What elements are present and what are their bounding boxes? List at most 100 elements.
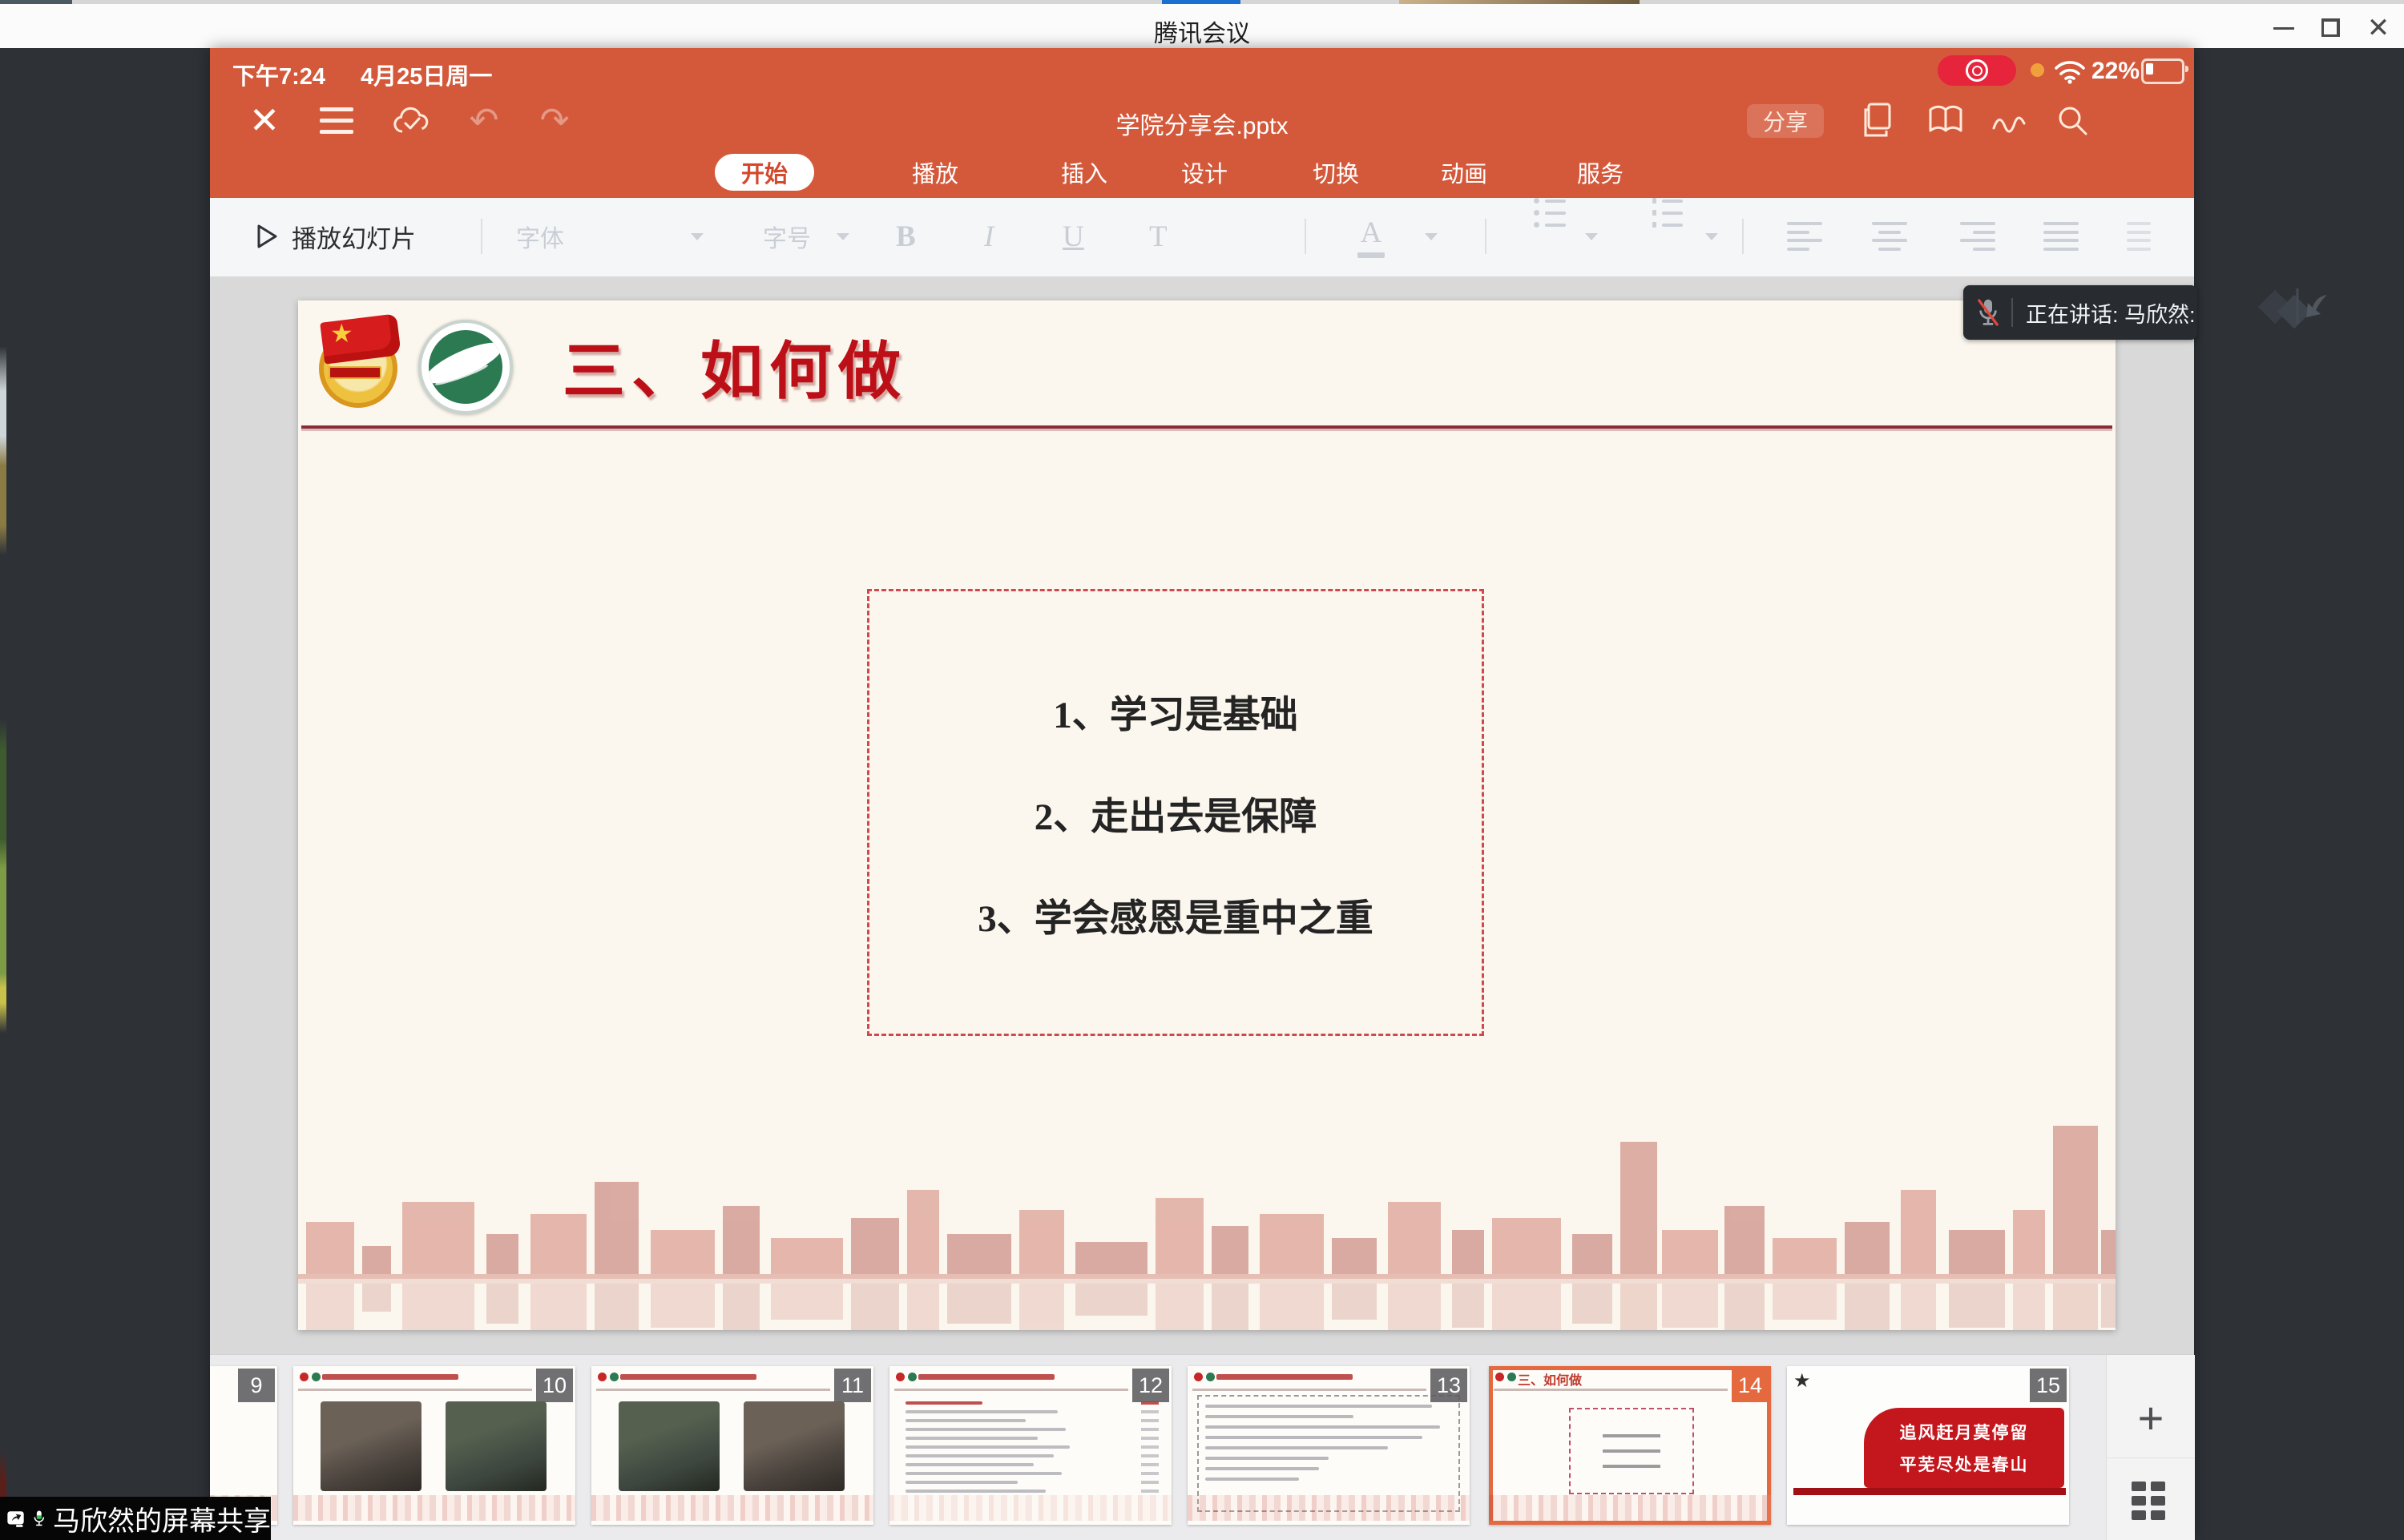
chevron-down-icon[interactable]	[837, 233, 849, 240]
mini-skyline	[293, 1495, 575, 1521]
mini-skyline	[591, 1495, 873, 1521]
bold-button[interactable]: B	[896, 198, 916, 275]
underline-button[interactable]: U	[1063, 198, 1084, 275]
mini-title-bar	[322, 1374, 458, 1380]
mini-text-box	[1569, 1408, 1694, 1494]
minimize-button[interactable]	[2266, 10, 2301, 46]
mini-logos-icon	[1495, 1373, 1516, 1381]
tab-home[interactable]: 开始	[715, 154, 814, 191]
slide-canvas: ★ 三、如何做 1、学习是基础 2、走出去是保障 3、学会感恩是重中之重	[210, 276, 2194, 1354]
screen-share-icon	[6, 1505, 26, 1532]
slide-number-badge: 15	[2030, 1369, 2067, 1402]
slide-number-badge: 13	[1430, 1369, 1467, 1402]
slide-number-badge: 14	[1732, 1369, 1769, 1402]
numbered-list-button[interactable]	[1652, 198, 1683, 275]
thumbnail-slide-15[interactable]: ★ 追风赶月莫停留 平芜尽处是春山 15	[1787, 1366, 2069, 1525]
slide-number-badge: 9	[238, 1369, 275, 1402]
divider	[481, 219, 482, 254]
align-justify-button[interactable]	[2043, 198, 2079, 275]
tencent-meeting-window: 腾讯会议 ✕ 下午7:24 4月25日周一	[0, 0, 2404, 1540]
play-slideshow-button[interactable]: 播放幻灯片	[255, 198, 416, 275]
align-center-button[interactable]	[1872, 198, 1907, 275]
meeting-stage: 下午7:24 4月25日周一 22% ✕	[0, 48, 2404, 1540]
bullet-list-button[interactable]	[1534, 198, 1566, 275]
search-icon[interactable]	[2048, 93, 2096, 147]
chevron-down-icon[interactable]	[1425, 233, 1438, 240]
line-spacing-button[interactable]	[2127, 198, 2151, 275]
align-right-button[interactable]	[1960, 198, 1995, 275]
mini-title-bar	[620, 1374, 756, 1380]
play-icon	[255, 223, 279, 250]
slide-heading: 三、如何做	[563, 321, 907, 411]
tab-service[interactable]: 服务	[1566, 154, 1635, 191]
add-slide-button[interactable]: +	[2107, 1377, 2195, 1458]
slide-number-badge: 10	[536, 1369, 573, 1402]
chevron-down-icon[interactable]	[1705, 233, 1718, 240]
divider	[1485, 219, 1486, 254]
mini-skyline	[1489, 1495, 1771, 1521]
thumbnail-slide-10[interactable]: 10	[293, 1366, 575, 1525]
speaking-text: 正在讲话: 马欣然:	[2026, 297, 2196, 329]
tab-transition[interactable]: 切换	[1301, 154, 1370, 191]
copy-icon[interactable]	[1854, 93, 1902, 147]
divider	[1305, 219, 1306, 254]
thumbnail-slide-11[interactable]: 11	[591, 1366, 873, 1525]
close-window-button[interactable]: ✕	[2361, 10, 2396, 46]
read-mode-icon[interactable]	[1922, 93, 1970, 147]
youth-league-emblem-icon: ★	[316, 316, 402, 405]
mini-skyline	[1188, 1495, 1470, 1521]
share-button[interactable]: 分享	[1747, 104, 1824, 138]
star-logo-icon: ★	[1793, 1369, 1811, 1393]
mini-slide-title: 三、如何做	[1518, 1369, 1582, 1389]
window-title: 腾讯会议	[0, 14, 2404, 49]
ink-pen-icon[interactable]	[1986, 93, 2034, 147]
thumbnail-slide-12[interactable]: 12	[889, 1366, 1172, 1525]
slide-filmstrip: 9 10 11	[210, 1354, 2194, 1540]
slide-point: 1、学习是基础	[1053, 683, 1298, 739]
battery-icon	[2141, 58, 2184, 84]
mini-skyline	[889, 1495, 1172, 1521]
university-logo-icon	[418, 320, 513, 414]
mini-title-bar	[1216, 1374, 1353, 1380]
battery-percent: 22%	[2091, 58, 2140, 85]
thumbnail-slide-14-selected[interactable]: 三、如何做 14	[1489, 1366, 1771, 1525]
mic-muted-icon	[1976, 297, 2000, 328]
date: 4月25日周一	[361, 58, 492, 91]
tablet-statusbar: 下午7:24 4月25日周一 22%	[210, 48, 2194, 93]
chevron-down-icon[interactable]	[691, 233, 704, 240]
screen-share-label: 马欣然的屏幕共享	[0, 1497, 271, 1540]
font-size-select[interactable]: 字号	[763, 198, 811, 275]
tab-animation[interactable]: 动画	[1430, 154, 1498, 191]
slide-grid-view-button[interactable]	[2132, 1482, 2170, 1520]
slide-point: 2、走出去是保障	[1035, 785, 1317, 841]
shared-screen: 下午7:24 4月25日周一 22% ✕	[210, 48, 2194, 1540]
ribbon-tabs: 开始 播放 插入 设计 切换 动画 服务	[210, 147, 2194, 198]
meeting-watermark-icon	[2253, 282, 2341, 333]
divider	[1742, 219, 1744, 254]
font-family-select[interactable]: 字体	[516, 198, 564, 275]
font-color-button[interactable]: A	[1357, 198, 1385, 275]
slide-number-badge: 12	[1132, 1369, 1169, 1402]
tab-design[interactable]: 设计	[1170, 154, 1239, 191]
thumbnail-slide-13[interactable]: 13	[1188, 1366, 1470, 1525]
mini-logos-icon	[598, 1373, 619, 1381]
clock: 下午7:24	[232, 58, 325, 91]
align-left-button[interactable]	[1787, 198, 1822, 275]
banner-baseline	[1793, 1488, 2066, 1495]
wifi-icon	[2053, 57, 2087, 84]
tab-insert[interactable]: 插入	[1050, 154, 1119, 191]
slide-text-box[interactable]: 1、学习是基础 2、走出去是保障 3、学会感恩是重中之重	[867, 589, 1484, 1036]
screen-share-label-text: 马欣然的屏幕共享	[53, 1499, 271, 1538]
mini-logos-icon	[1194, 1373, 1215, 1381]
play-slideshow-label: 播放幻灯片	[292, 219, 416, 255]
format-toolbar: 播放幻灯片 字体 字号 B I U T T A	[210, 198, 2194, 278]
heading-rule	[301, 425, 2112, 431]
superscript-button[interactable]: T	[1149, 198, 2404, 275]
city-skyline-illustration	[298, 1110, 2116, 1330]
restore-button[interactable]	[2313, 10, 2348, 46]
speaking-banner: 正在讲话: 马欣然:	[1963, 285, 2197, 340]
wps-appbar: ✕ ↶ ↷ 学院分享会.pptx 分享	[210, 93, 2194, 147]
italic-button[interactable]: I	[984, 198, 994, 275]
chevron-down-icon[interactable]	[1585, 233, 1598, 240]
tab-play[interactable]: 播放	[901, 154, 970, 191]
